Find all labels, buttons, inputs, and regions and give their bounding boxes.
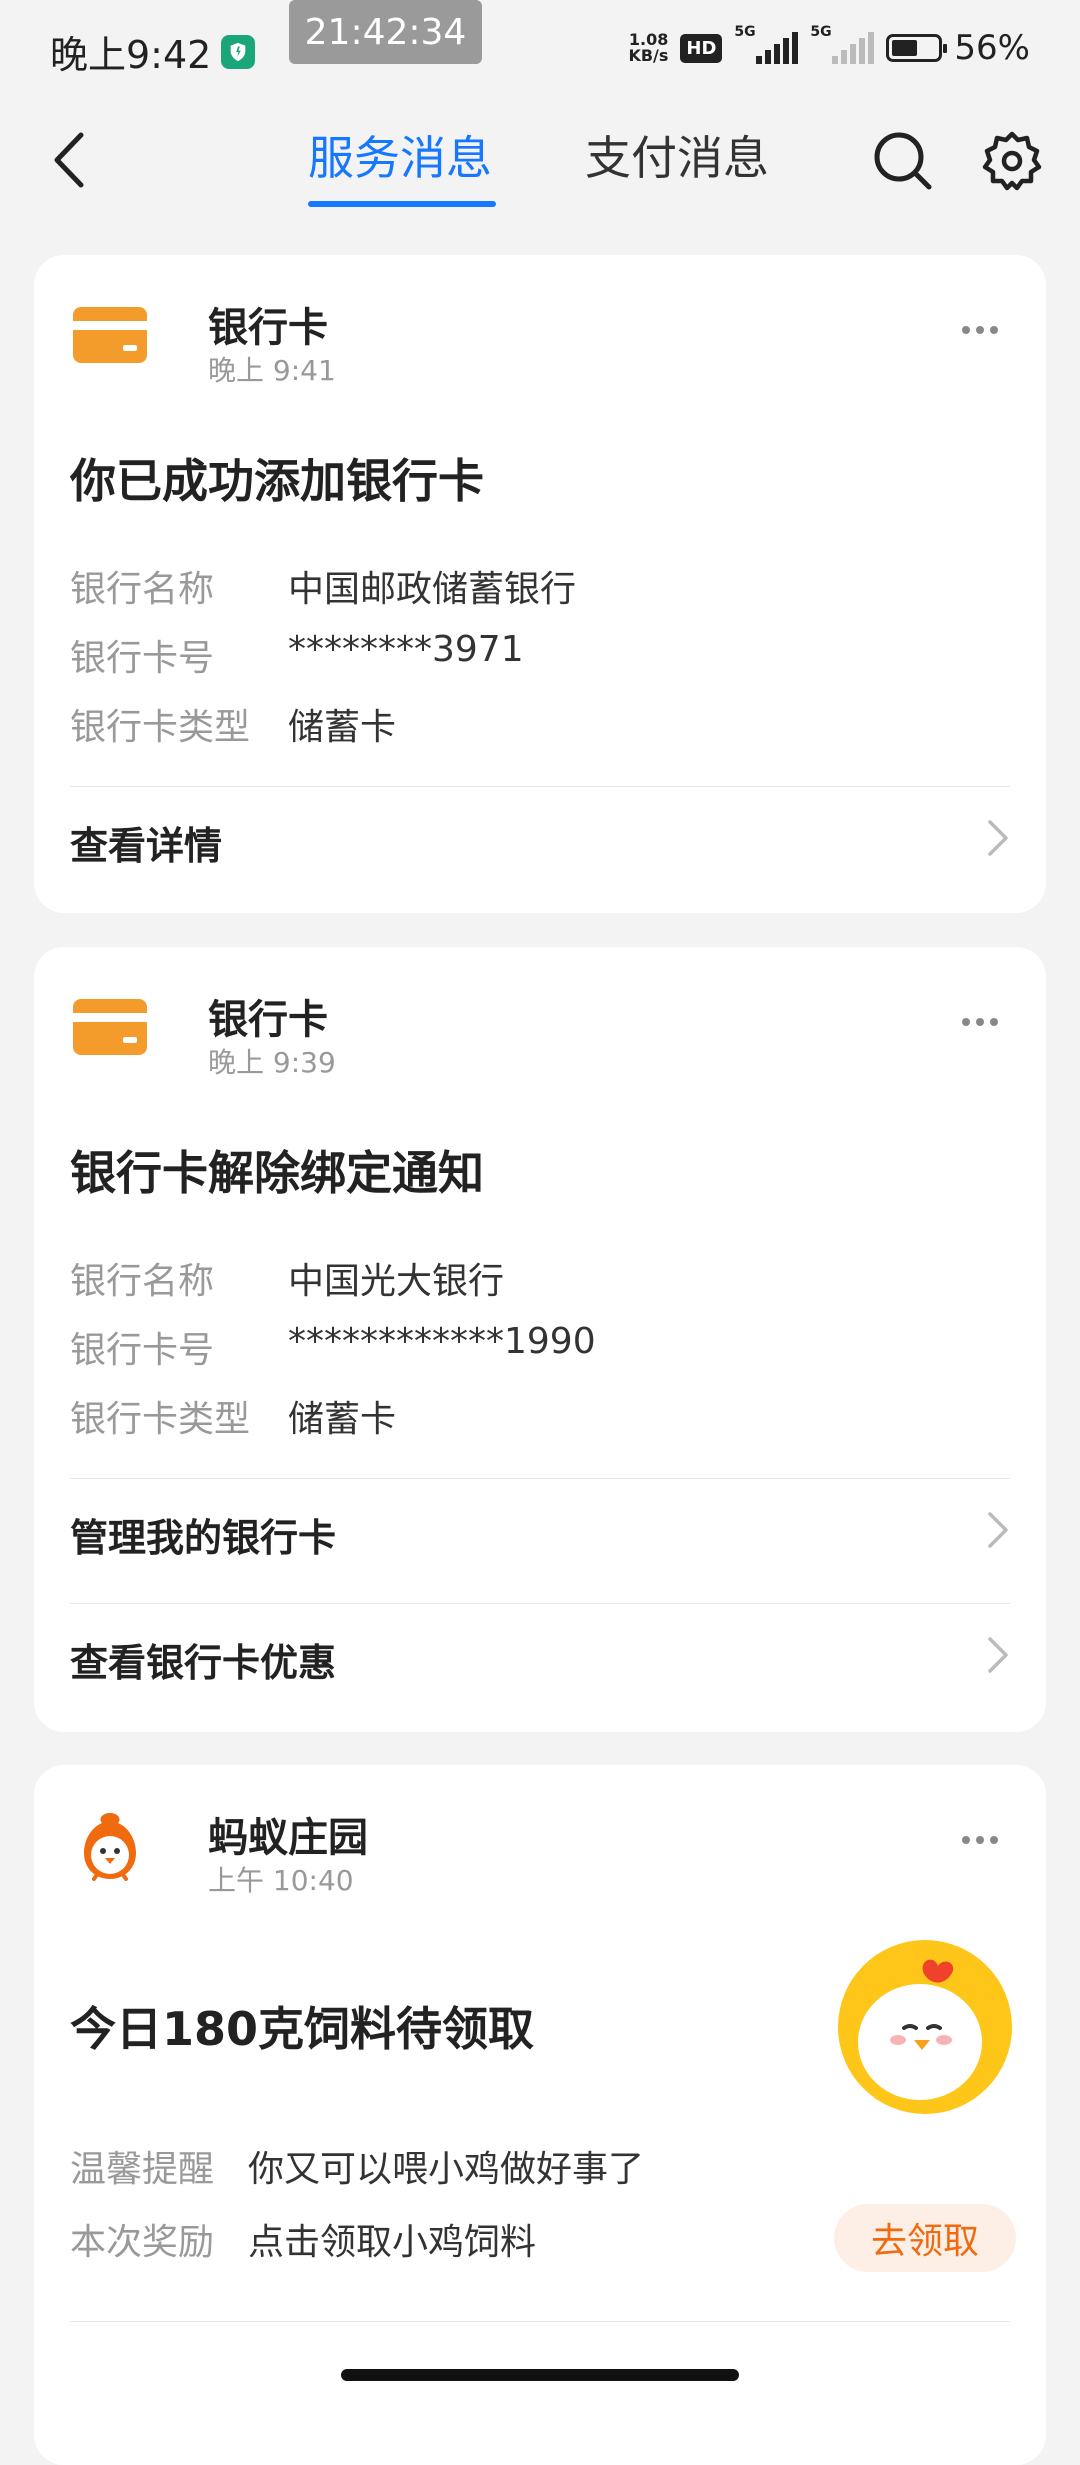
field-value: 储蓄卡: [288, 707, 397, 748]
status-time-group: 晚上9:42: [50, 24, 256, 79]
status-bar: 晚上9:42 21:42:34 1.08 KB/s HD 5G 5G 56%: [0, 0, 1080, 100]
field-value: 你又可以喂小鸡做好事了: [248, 2149, 645, 2190]
bank-card-icon: [70, 987, 150, 1067]
action-label: 查看银行卡优惠: [70, 1640, 337, 1685]
signal-sim2-icon: 5G: [810, 24, 875, 64]
field-value: 储蓄卡: [288, 1399, 397, 1440]
field-label: 银行卡类型: [70, 1399, 251, 1440]
status-time: 晚上9:42: [50, 33, 212, 77]
field-label: 银行名称: [70, 569, 215, 610]
ant-farm-chick-icon: [70, 1805, 150, 1885]
bank-card-icon: [70, 295, 150, 375]
back-button[interactable]: [38, 128, 98, 192]
message-time: 晚上 9:39: [208, 1046, 336, 1079]
network-speed-unit: KB/s: [628, 46, 669, 65]
message-title: 银行卡解除绑定通知: [70, 1146, 484, 1200]
battery-percent: 56%: [954, 28, 1030, 68]
claim-feed-link[interactable]: 点击领取小鸡饲料: [248, 2213, 536, 2263]
card-header: 银行卡 晚上 9:41: [70, 295, 1010, 387]
message-title: 今日180克饲料待领取: [70, 2002, 535, 2056]
field-card-number: 银行卡号 ********3971: [70, 629, 524, 679]
more-options-button[interactable]: [950, 1825, 1010, 1855]
battery-icon: [886, 34, 948, 62]
signal-sim1-icon: 5G: [734, 24, 799, 64]
view-details-row[interactable]: 查看详情: [70, 787, 1010, 897]
card-header: 蚂蚁庄园 上午 10:40: [70, 1805, 1010, 1897]
chevron-left-icon: [54, 132, 84, 188]
field-value: 中国光大银行: [288, 1261, 505, 1302]
message-card-ant-farm[interactable]: 蚂蚁庄园 上午 10:40 今日180克饲料待领取 温馨提醒 你又可以喂小鸡做好…: [34, 1765, 1046, 2465]
message-time: 晚上 9:41: [208, 354, 336, 387]
field-label: 银行卡号: [70, 638, 215, 679]
tab-payment-messages[interactable]: 支付消息: [585, 122, 769, 188]
card-header: 银行卡 晚上 9:39: [70, 987, 1010, 1079]
screen-record-clock[interactable]: 21:42:34: [289, 0, 482, 64]
message-time: 上午 10:40: [208, 1864, 354, 1897]
field-value: ********3971: [288, 629, 524, 670]
more-dots-icon: [962, 1018, 970, 1026]
app-name: 银行卡: [208, 305, 328, 351]
field-value: 中国邮政储蓄银行: [288, 569, 577, 610]
bank-card-offers-row[interactable]: 查看银行卡优惠: [70, 1604, 1010, 1714]
header-bar: 服务消息 支付消息: [0, 100, 1080, 220]
more-options-button[interactable]: [950, 1007, 1010, 1037]
sim2-network-label: 5G: [810, 24, 832, 40]
chevron-right-icon: [986, 1510, 1010, 1559]
home-indicator[interactable]: [341, 2369, 739, 2381]
app-name: 银行卡: [208, 997, 328, 1043]
message-card-bank-unbind[interactable]: 银行卡 晚上 9:39 银行卡解除绑定通知 银行名称 中国光大银行 银行卡号 *…: [34, 947, 1046, 1732]
chevron-right-icon: [986, 818, 1010, 867]
tab-service-messages[interactable]: 服务消息: [308, 122, 492, 188]
settings-button[interactable]: [975, 124, 1049, 198]
field-reward: 本次奖励 点击领取小鸡饲料: [70, 2213, 536, 2263]
field-card-type: 银行卡类型 储蓄卡: [70, 698, 396, 748]
field-bank-name: 银行名称 中国光大银行: [70, 1252, 504, 1302]
security-shield-icon: [221, 34, 256, 69]
manage-bank-cards-row[interactable]: 管理我的银行卡: [70, 1479, 1010, 1589]
search-button[interactable]: [866, 124, 940, 198]
app-name: 蚂蚁庄园: [208, 1815, 368, 1861]
field-warm-reminder: 温馨提醒 你又可以喂小鸡做好事了: [70, 2140, 644, 2190]
message-title: 你已成功添加银行卡: [70, 454, 484, 508]
field-card-type: 银行卡类型 储蓄卡: [70, 1390, 396, 1440]
field-card-number: 银行卡号 ************1990: [70, 1321, 596, 1371]
more-dots-icon: [962, 1836, 970, 1844]
sim1-network-label: 5G: [734, 24, 756, 40]
action-label: 查看详情: [70, 823, 223, 868]
more-options-button[interactable]: [950, 315, 1010, 345]
action-label: 管理我的银行卡: [70, 1515, 337, 1560]
hd-voice-badge: HD: [680, 33, 723, 63]
field-label: 温馨提醒: [70, 2149, 215, 2190]
chick-mascot-image: [838, 1940, 1012, 2114]
field-label: 银行名称: [70, 1261, 215, 1302]
field-label: 银行卡类型: [70, 707, 251, 748]
field-label: 本次奖励: [70, 2222, 215, 2263]
divider: [70, 2321, 1010, 2322]
active-tab-indicator: [308, 201, 496, 207]
gear-icon: [982, 131, 1042, 191]
chevron-right-icon: [986, 1635, 1010, 1684]
search-icon: [874, 132, 932, 190]
more-dots-icon: [962, 326, 970, 334]
field-value: ************1990: [288, 1321, 596, 1362]
field-bank-name: 银行名称 中国邮政储蓄银行: [70, 560, 576, 610]
message-card-bank-added[interactable]: 银行卡 晚上 9:41 你已成功添加银行卡 银行名称 中国邮政储蓄银行 银行卡号…: [34, 255, 1046, 913]
network-speed: 1.08 KB/s: [628, 32, 668, 64]
status-indicators: 1.08 KB/s HD 5G 5G 56%: [628, 24, 1030, 68]
claim-button[interactable]: 去领取: [834, 2204, 1016, 2272]
field-label: 银行卡号: [70, 1330, 215, 1371]
